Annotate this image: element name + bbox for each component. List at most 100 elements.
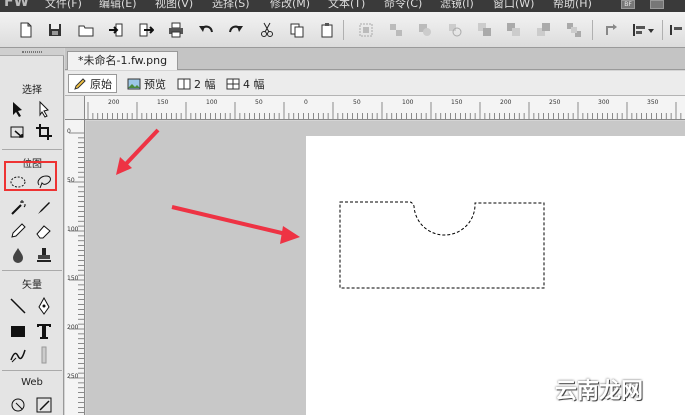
new-file-icon[interactable]: [17, 21, 35, 39]
join-icon[interactable]: [416, 21, 434, 39]
ruler-label: 100: [67, 226, 79, 233]
toolbar-separator: [343, 20, 344, 40]
group-icon[interactable]: [357, 21, 375, 39]
pointer-icon[interactable]: [8, 99, 28, 119]
ruler-label: 200: [108, 99, 120, 106]
bridge-button[interactable]: BF: [621, 0, 635, 9]
section-select-label: 选择: [22, 85, 42, 96]
freeform-icon[interactable]: [8, 345, 28, 365]
print-icon[interactable]: [167, 21, 185, 39]
menu-text[interactable]: 文本(T): [328, 0, 365, 11]
subselection-icon[interactable]: [34, 99, 54, 119]
brush-icon[interactable]: [34, 198, 54, 218]
horizontal-ruler[interactable]: 20015010050050100150200250300350400: [85, 96, 685, 120]
menu-modify[interactable]: 修改(M): [270, 0, 310, 11]
tab-four-up-label: 4 幅: [243, 77, 265, 91]
image-icon: [127, 78, 141, 89]
four-up-icon: [226, 78, 240, 89]
undo-icon[interactable]: [197, 21, 215, 39]
text-tool-icon[interactable]: [34, 321, 54, 341]
ruler-label: 300: [598, 99, 610, 106]
more-icon[interactable]: [667, 21, 685, 39]
menu-window[interactable]: 窗口(W): [493, 0, 534, 11]
fireworks-window: FW 文件(F) 编辑(E) 视图(V) 选择(S) 修改(M) 文本(T) 命…: [0, 0, 685, 415]
menu-file[interactable]: 文件(F): [45, 0, 82, 11]
cut-icon[interactable]: [258, 21, 276, 39]
split-icon[interactable]: [446, 21, 464, 39]
main-toolbar: [0, 12, 685, 48]
menu-select[interactable]: 选择(S): [212, 0, 250, 11]
pencil-icon[interactable]: [8, 221, 28, 241]
ruler-label: 350: [647, 99, 659, 106]
export-icon[interactable]: [137, 21, 155, 39]
vertical-ruler[interactable]: 0 50 100 150 200 250: [65, 120, 85, 415]
ruler-label: 250: [549, 99, 561, 106]
ruler-label: 150: [451, 99, 463, 106]
ruler-label: 0: [67, 128, 71, 135]
toolbar-separator: [592, 20, 593, 40]
knife-icon[interactable]: [34, 345, 54, 365]
bring-forward-icon[interactable]: [505, 21, 523, 39]
line-icon[interactable]: [8, 296, 28, 316]
hotspot-icon[interactable]: [8, 395, 28, 415]
ruler-label: 50: [353, 99, 361, 106]
menu-view[interactable]: 视图(V): [155, 0, 193, 11]
tab-original[interactable]: 原始: [68, 74, 117, 93]
import-icon[interactable]: [107, 21, 125, 39]
section-vector-label: 矢量: [22, 280, 42, 291]
watermark-text: 云南龙网: [555, 379, 644, 404]
rotate-icon[interactable]: [603, 21, 621, 39]
ruler-label: 200: [500, 99, 512, 106]
tab-two-up-label: 2 幅: [194, 77, 216, 91]
align-dropdown-icon[interactable]: [630, 21, 656, 39]
pen-icon[interactable]: [34, 296, 54, 316]
slice-icon[interactable]: [34, 395, 54, 415]
ruler-label: 150: [67, 275, 79, 282]
save-icon[interactable]: [46, 21, 64, 39]
pencil-icon: [74, 77, 86, 90]
menu-edit[interactable]: 编辑(E): [99, 0, 137, 11]
ruler-label: 0: [304, 99, 308, 106]
redo-icon[interactable]: [227, 21, 245, 39]
menu-bar: FW 文件(F) 编辑(E) 视图(V) 选择(S) 修改(M) 文本(T) 命…: [0, 0, 685, 12]
menu-commands[interactable]: 命令(C): [384, 0, 422, 11]
magic-wand-icon[interactable]: [8, 198, 28, 218]
tab-two-up[interactable]: 2 幅: [173, 74, 220, 93]
menu-filters[interactable]: 滤镜(I): [440, 0, 474, 11]
bring-front-icon[interactable]: [476, 21, 494, 39]
bitmap-tools-highlight: [4, 161, 57, 191]
open-folder-icon[interactable]: [77, 21, 95, 39]
document-tab[interactable]: *未命名-1.fw.png: [67, 51, 179, 70]
menu-help[interactable]: 帮助(H): [553, 0, 592, 11]
ruler-label: 200: [67, 324, 79, 331]
document-tab-bar: *未命名-1.fw.png: [65, 48, 685, 70]
ruler-label: 100: [402, 99, 414, 106]
crop-icon[interactable]: [34, 122, 54, 142]
tab-four-up[interactable]: 4 幅: [222, 74, 269, 93]
send-backward-icon[interactable]: [535, 21, 553, 39]
workspace-icon[interactable]: [650, 0, 664, 9]
ruler-label: 250: [67, 373, 79, 380]
toolbar-separator: [662, 20, 663, 40]
rectangle-icon[interactable]: [8, 321, 28, 341]
ungroup-icon[interactable]: [387, 21, 405, 39]
send-back-icon[interactable]: [565, 21, 583, 39]
two-up-icon: [177, 78, 191, 89]
view-bar: 原始 预览 2 幅 4 幅: [65, 71, 685, 96]
tab-preview[interactable]: 预览: [123, 74, 170, 93]
ruler-label: 150: [157, 99, 169, 106]
copy-icon[interactable]: [288, 21, 306, 39]
scale-icon[interactable]: [8, 122, 28, 142]
eraser-icon[interactable]: [34, 221, 54, 241]
tab-original-label: 原始: [90, 77, 112, 91]
ruler-label: 50: [67, 177, 75, 184]
blur-icon[interactable]: [8, 245, 28, 265]
app-logo: FW: [4, 0, 30, 10]
panel-grip[interactable]: [0, 48, 64, 56]
tools-panel: 选择 位图 矢量 Web: [0, 48, 64, 415]
ruler-corner: [65, 96, 85, 120]
paste-icon[interactable]: [318, 21, 336, 39]
section-web-label: Web: [21, 377, 43, 388]
rubber-stamp-icon[interactable]: [34, 245, 54, 265]
ruler-label: 100: [206, 99, 218, 106]
